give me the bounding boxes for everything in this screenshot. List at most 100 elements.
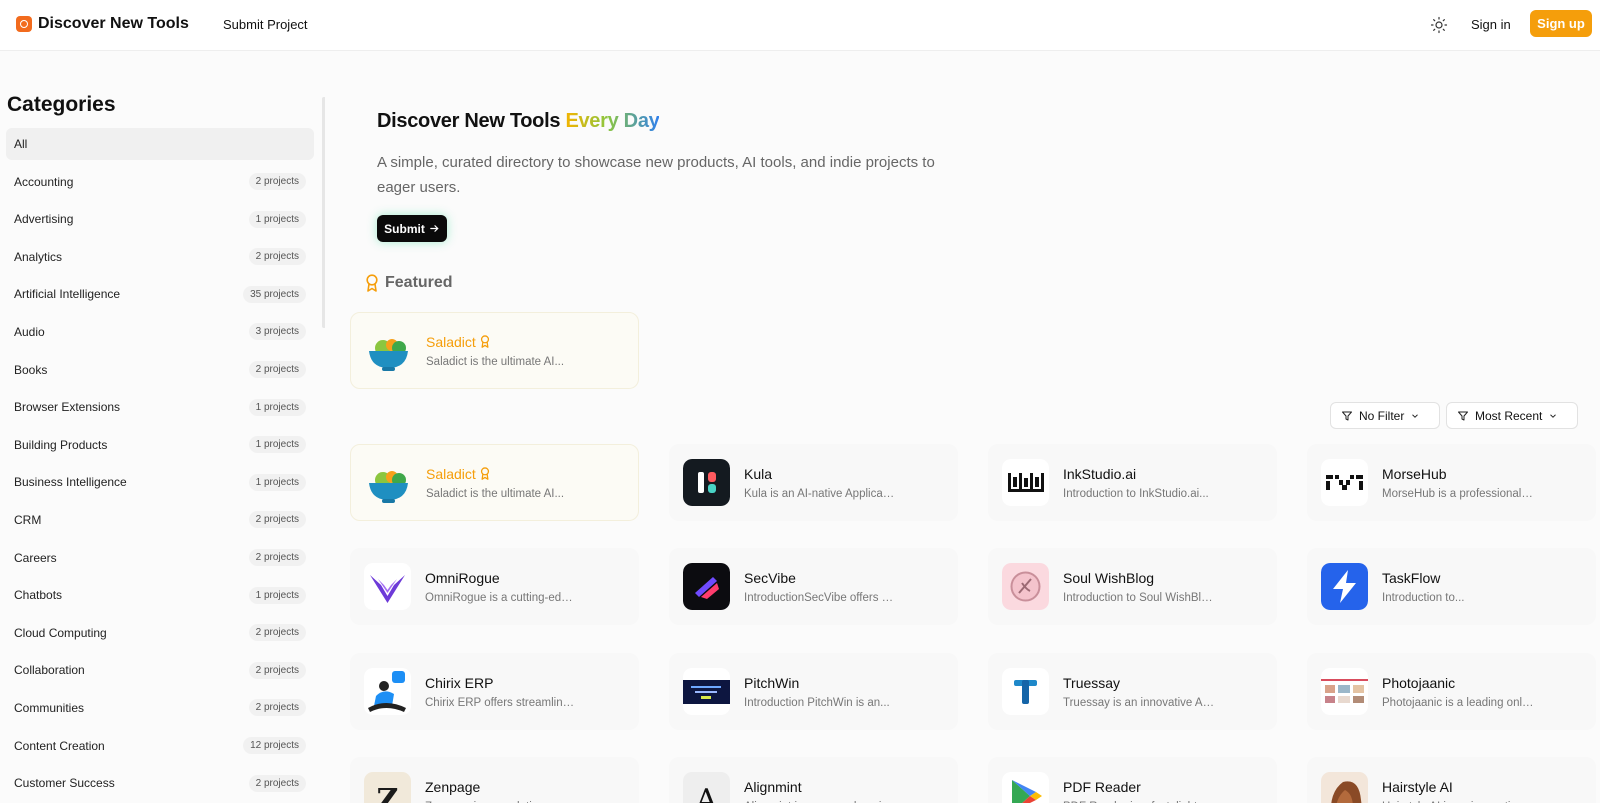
soulwishblog-logo-icon [1002, 563, 1049, 610]
project-card[interactable]: PDF ReaderPDF Reader is a fast, lightwei… [988, 757, 1277, 803]
arrow-right-icon [430, 225, 439, 232]
sidebar-item-accounting[interactable]: Accounting 2 projects [6, 166, 314, 198]
project-card[interactable]: ZZenpageZenpage is a revolutionary, free… [350, 757, 639, 803]
sidebar-item-business-intelligence[interactable]: Business Intelligence 1 projects [6, 466, 314, 498]
svg-text:A: A [695, 783, 718, 803]
sun-icon[interactable] [1430, 16, 1448, 34]
project-description: MorseHub is a professional, ad-... [1382, 487, 1534, 500]
project-title: Soul WishBlog [1063, 569, 1155, 586]
project-card[interactable]: Hairstyle AIHairstyle AI is an innovativ… [1307, 757, 1596, 803]
project-title: InkStudio.ai [1063, 465, 1137, 482]
filter-dropdown[interactable]: No Filter [1330, 402, 1440, 429]
project-description: Introduction to... [1382, 591, 1465, 604]
project-description: Chirix ERP offers streamlined,... [425, 696, 577, 709]
project-card[interactable]: MorseHub MorseHub is a professional, ad-.… [1307, 444, 1596, 521]
play-store-icon [1002, 772, 1049, 803]
award-icon [480, 335, 489, 348]
sidebar-item-label: Collaboration [14, 663, 85, 678]
top-header: Discover New Tools Submit Project Sign i… [0, 0, 1600, 51]
project-count-badge: 2 projects [248, 173, 306, 191]
sidebar-item-label: Audio [14, 324, 45, 339]
sidebar-item-label: Careers [14, 550, 57, 565]
sign-in-button[interactable]: Sign in [1471, 17, 1511, 32]
sidebar-item-cloud-computing[interactable]: Cloud Computing 2 projects [6, 617, 314, 649]
sidebar-item-label: Advertising [14, 212, 74, 227]
sort-dropdown[interactable]: Most Recent [1446, 402, 1578, 429]
sidebar-item-artificial-intelligence[interactable]: Artificial Intelligence 35 projects [6, 278, 314, 310]
submit-project-link[interactable]: Submit Project [223, 17, 308, 32]
sidebar-item-label: Artificial Intelligence [14, 287, 121, 302]
award-icon [480, 467, 489, 480]
project-description: Introduction to Soul WishBlog... [1063, 591, 1215, 604]
project-card[interactable]: AAlignmintAlignmint is a comprehensive, … [669, 757, 958, 803]
sidebar-item-analytics[interactable]: Analytics 2 projects [6, 241, 314, 273]
project-card[interactable]: PitchWin Introduction PitchWin is an... [669, 653, 958, 730]
sidebar-item-advertising[interactable]: Advertising 1 projects [6, 203, 314, 235]
project-card[interactable]: Truessay Truessay is an innovative AI... [988, 653, 1277, 730]
project-card[interactable]: OmniRogue OmniRogue is a cutting-edge, al… [350, 548, 639, 625]
sidebar-item-careers[interactable]: Careers 2 projects [6, 542, 314, 574]
project-card[interactable]: Chirix ERP Chirix ERP offers streamlined,… [350, 653, 639, 730]
project-card[interactable]: Kula Kula is an AI-native Applicant... [669, 444, 958, 521]
sidebar-item-all[interactable]: All [6, 128, 314, 160]
project-description: IntroductionSecVibe offers a... [744, 591, 896, 604]
hairstyle-photo-icon [1321, 772, 1368, 803]
project-count-badge: 35 projects [243, 285, 306, 303]
project-card[interactable]: InkStudio.ai Introduction to InkStudio.ai… [988, 444, 1277, 521]
sidebar-item-label: Customer Success [14, 776, 115, 791]
project-title: TaskFlow [1382, 569, 1441, 586]
award-icon [366, 274, 378, 292]
sidebar-item-label: Cloud Computing [14, 625, 107, 640]
funnel-icon [1342, 411, 1352, 420]
project-title: MorseHub [1382, 465, 1447, 482]
sidebar-item-label: Analytics [14, 249, 63, 264]
hero-submit-button[interactable]: Submit [377, 215, 447, 242]
project-card[interactable]: Saladict Saladict is the ultimate AI... [350, 444, 639, 521]
project-count-badge: 2 projects [248, 661, 306, 679]
project-title: Kula [744, 465, 773, 482]
sidebar-item-chatbots[interactable]: Chatbots 1 projects [6, 579, 314, 611]
project-title: OmniRogue [425, 569, 500, 586]
sidebar-scrollbar[interactable] [322, 97, 325, 328]
project-description: Introduction to InkStudio.ai... [1063, 487, 1209, 500]
project-count-badge: 2 projects [248, 549, 306, 567]
sidebar-item-books[interactable]: Books 2 projects [6, 354, 314, 386]
sidebar-item-communities[interactable]: Communities 2 projects [6, 692, 314, 724]
brand-link[interactable]: Discover New Tools [16, 15, 189, 33]
logo-icon [16, 16, 32, 32]
project-count-badge: 12 projects [243, 737, 306, 754]
sidebar-item-collaboration[interactable]: Collaboration 2 projects [6, 654, 314, 686]
page-title: Discover New Tools Every Day [377, 110, 660, 133]
project-count-badge: 1 projects [248, 210, 306, 228]
sign-up-button[interactable]: Sign up [1530, 10, 1592, 37]
category-list: All Accounting 2 projects Advertising 1 proj… [6, 128, 314, 803]
project-card[interactable]: Soul WishBlog Introduction to Soul WishBl… [988, 548, 1277, 625]
project-count-badge: 1 projects [248, 586, 306, 604]
sidebar-item-label: Business Intelligence [14, 475, 127, 490]
project-title: Saladict [426, 465, 476, 482]
project-count-badge: 1 projects [248, 436, 306, 454]
project-card[interactable]: Photojaanic Photojaanic is a leading onli… [1307, 653, 1596, 730]
project-card[interactable]: TaskFlow Introduction to... [1307, 548, 1596, 625]
sidebar-item-audio[interactable]: Audio 3 projects [6, 316, 314, 348]
project-title: Alignmint [744, 778, 802, 795]
alignmint-logo-icon: A [683, 772, 730, 803]
sidebar-item-label: Building Products [14, 437, 108, 452]
chevron-down-icon [1550, 413, 1557, 418]
sidebar-item-label: Browser Extensions [14, 400, 121, 415]
secvibe-logo-icon [683, 563, 730, 610]
sidebar-item-content-creation[interactable]: Content Creation 12 projects [6, 730, 314, 762]
sidebar-item-customer-success[interactable]: Customer Success 2 projects [6, 767, 314, 799]
categories-sidebar: Categories All Accounting 2 projects Advert… [0, 51, 325, 803]
project-card[interactable]: SecVibe IntroductionSecVibe offers a... [669, 548, 958, 625]
project-count-badge: 2 projects [248, 511, 306, 529]
featured-card[interactable]: Saladict Saladict is the ultimate AI... [350, 312, 639, 389]
sidebar-item-label: Content Creation [14, 738, 105, 753]
featured-card-description: Saladict is the ultimate AI... [426, 355, 565, 368]
salad-bowl-icon [365, 327, 412, 374]
project-title: Zenpage [425, 778, 481, 795]
sidebar-item-crm[interactable]: CRM 2 projects [6, 504, 314, 536]
sidebar-item-building-products[interactable]: Building Products 1 projects [6, 429, 314, 461]
hero-title-highlight: Every Day [565, 110, 660, 132]
sidebar-item-browser-extensions[interactable]: Browser Extensions 1 projects [6, 391, 314, 423]
